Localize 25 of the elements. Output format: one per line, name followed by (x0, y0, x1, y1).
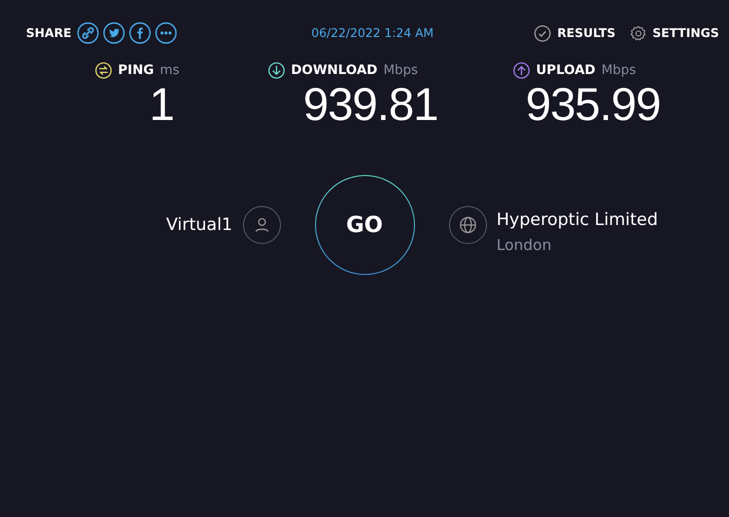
globe-icon (448, 206, 486, 244)
check-icon (534, 24, 552, 42)
more-icon[interactable] (155, 22, 178, 44)
settings-icon (630, 24, 646, 42)
link-icon[interactable] (77, 22, 100, 44)
metric-label: DOWNLOAD (291, 63, 378, 78)
unit-label: ms (160, 63, 180, 78)
person-icon (242, 206, 280, 244)
unit-label: Mbps (383, 63, 418, 78)
metric-value: 935.99 (524, 81, 662, 127)
bird-icon[interactable] (103, 22, 126, 44)
share-label: SHARE (26, 26, 72, 40)
metric-value: 939.81 (302, 81, 439, 127)
client-name: Virtual1 (166, 215, 232, 235)
letter-f-icon[interactable] (129, 22, 152, 44)
server-name: Hyperoptic Limited (496, 210, 658, 230)
metric-label: UPLOAD (536, 63, 596, 78)
unit-label: Mbps (601, 63, 636, 78)
metric-value: 1 (148, 81, 175, 127)
results-link[interactable]: RESULTS (534, 24, 616, 42)
settings-link[interactable]: SETTINGS (630, 24, 719, 42)
timestamp: 06/22/2022 1:24 AM (311, 26, 434, 40)
server-location: London (496, 236, 552, 254)
go-button[interactable]: GO (314, 175, 414, 275)
metric-label: PING (118, 63, 154, 78)
